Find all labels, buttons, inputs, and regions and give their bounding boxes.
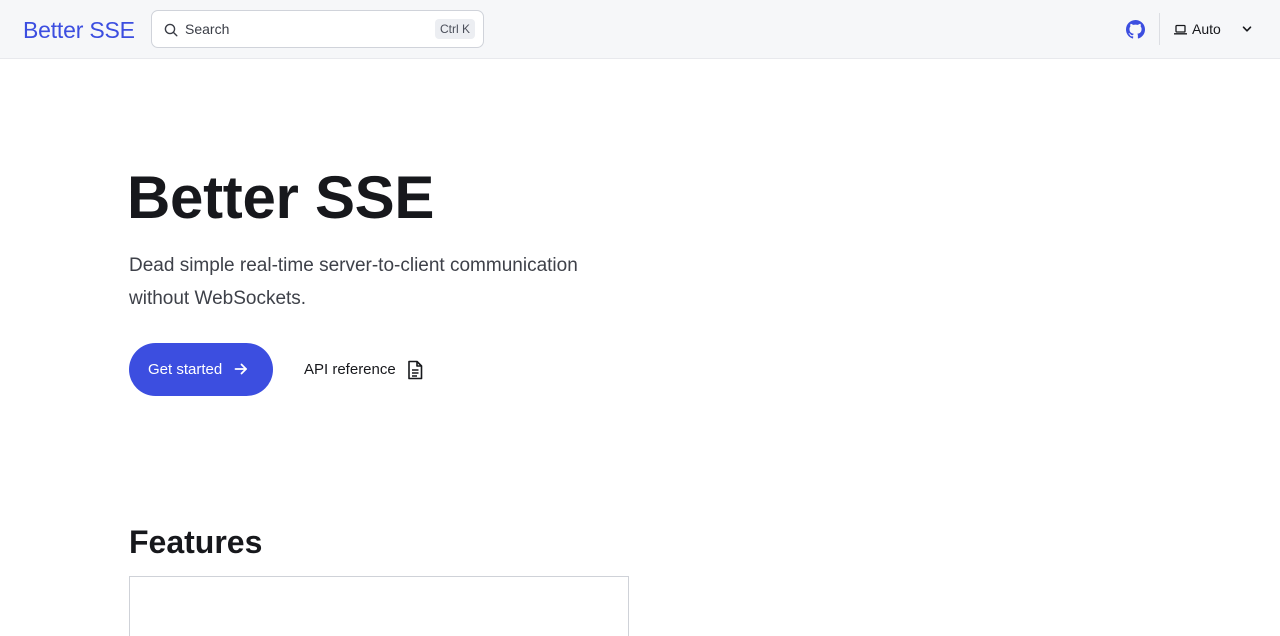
- laptop-icon: [1174, 24, 1187, 35]
- features-heading: Features: [129, 524, 263, 560]
- document-icon: [407, 360, 423, 379]
- arrow-right-icon: [234, 363, 247, 375]
- search-placeholder: Search: [185, 21, 230, 37]
- get-started-button[interactable]: Get started: [129, 343, 273, 396]
- hero-tagline: Dead simple real-time server-to-client c…: [129, 255, 578, 309]
- nav-divider: [1159, 13, 1160, 45]
- theme-label: Auto: [1192, 20, 1221, 37]
- hero-title: Better SSE: [127, 164, 435, 231]
- brand-logo-link[interactable]: Better SSE: [23, 15, 135, 45]
- search-shortcut-badge: Ctrl K: [435, 19, 475, 39]
- search-box[interactable]: Search Ctrl K: [151, 10, 484, 48]
- top-navigation-bar: Better SSE Search Ctrl K Auto: [0, 0, 1280, 59]
- chevron-down-icon: [1242, 26, 1252, 32]
- api-reference-label: API reference: [304, 361, 396, 378]
- api-reference-link[interactable]: API reference: [304, 356, 424, 383]
- feature-card: [129, 576, 629, 636]
- get-started-label: Get started: [148, 361, 223, 378]
- theme-selector[interactable]: Auto: [1174, 18, 1260, 40]
- search-icon: [164, 23, 178, 37]
- github-icon[interactable]: [1126, 20, 1145, 39]
